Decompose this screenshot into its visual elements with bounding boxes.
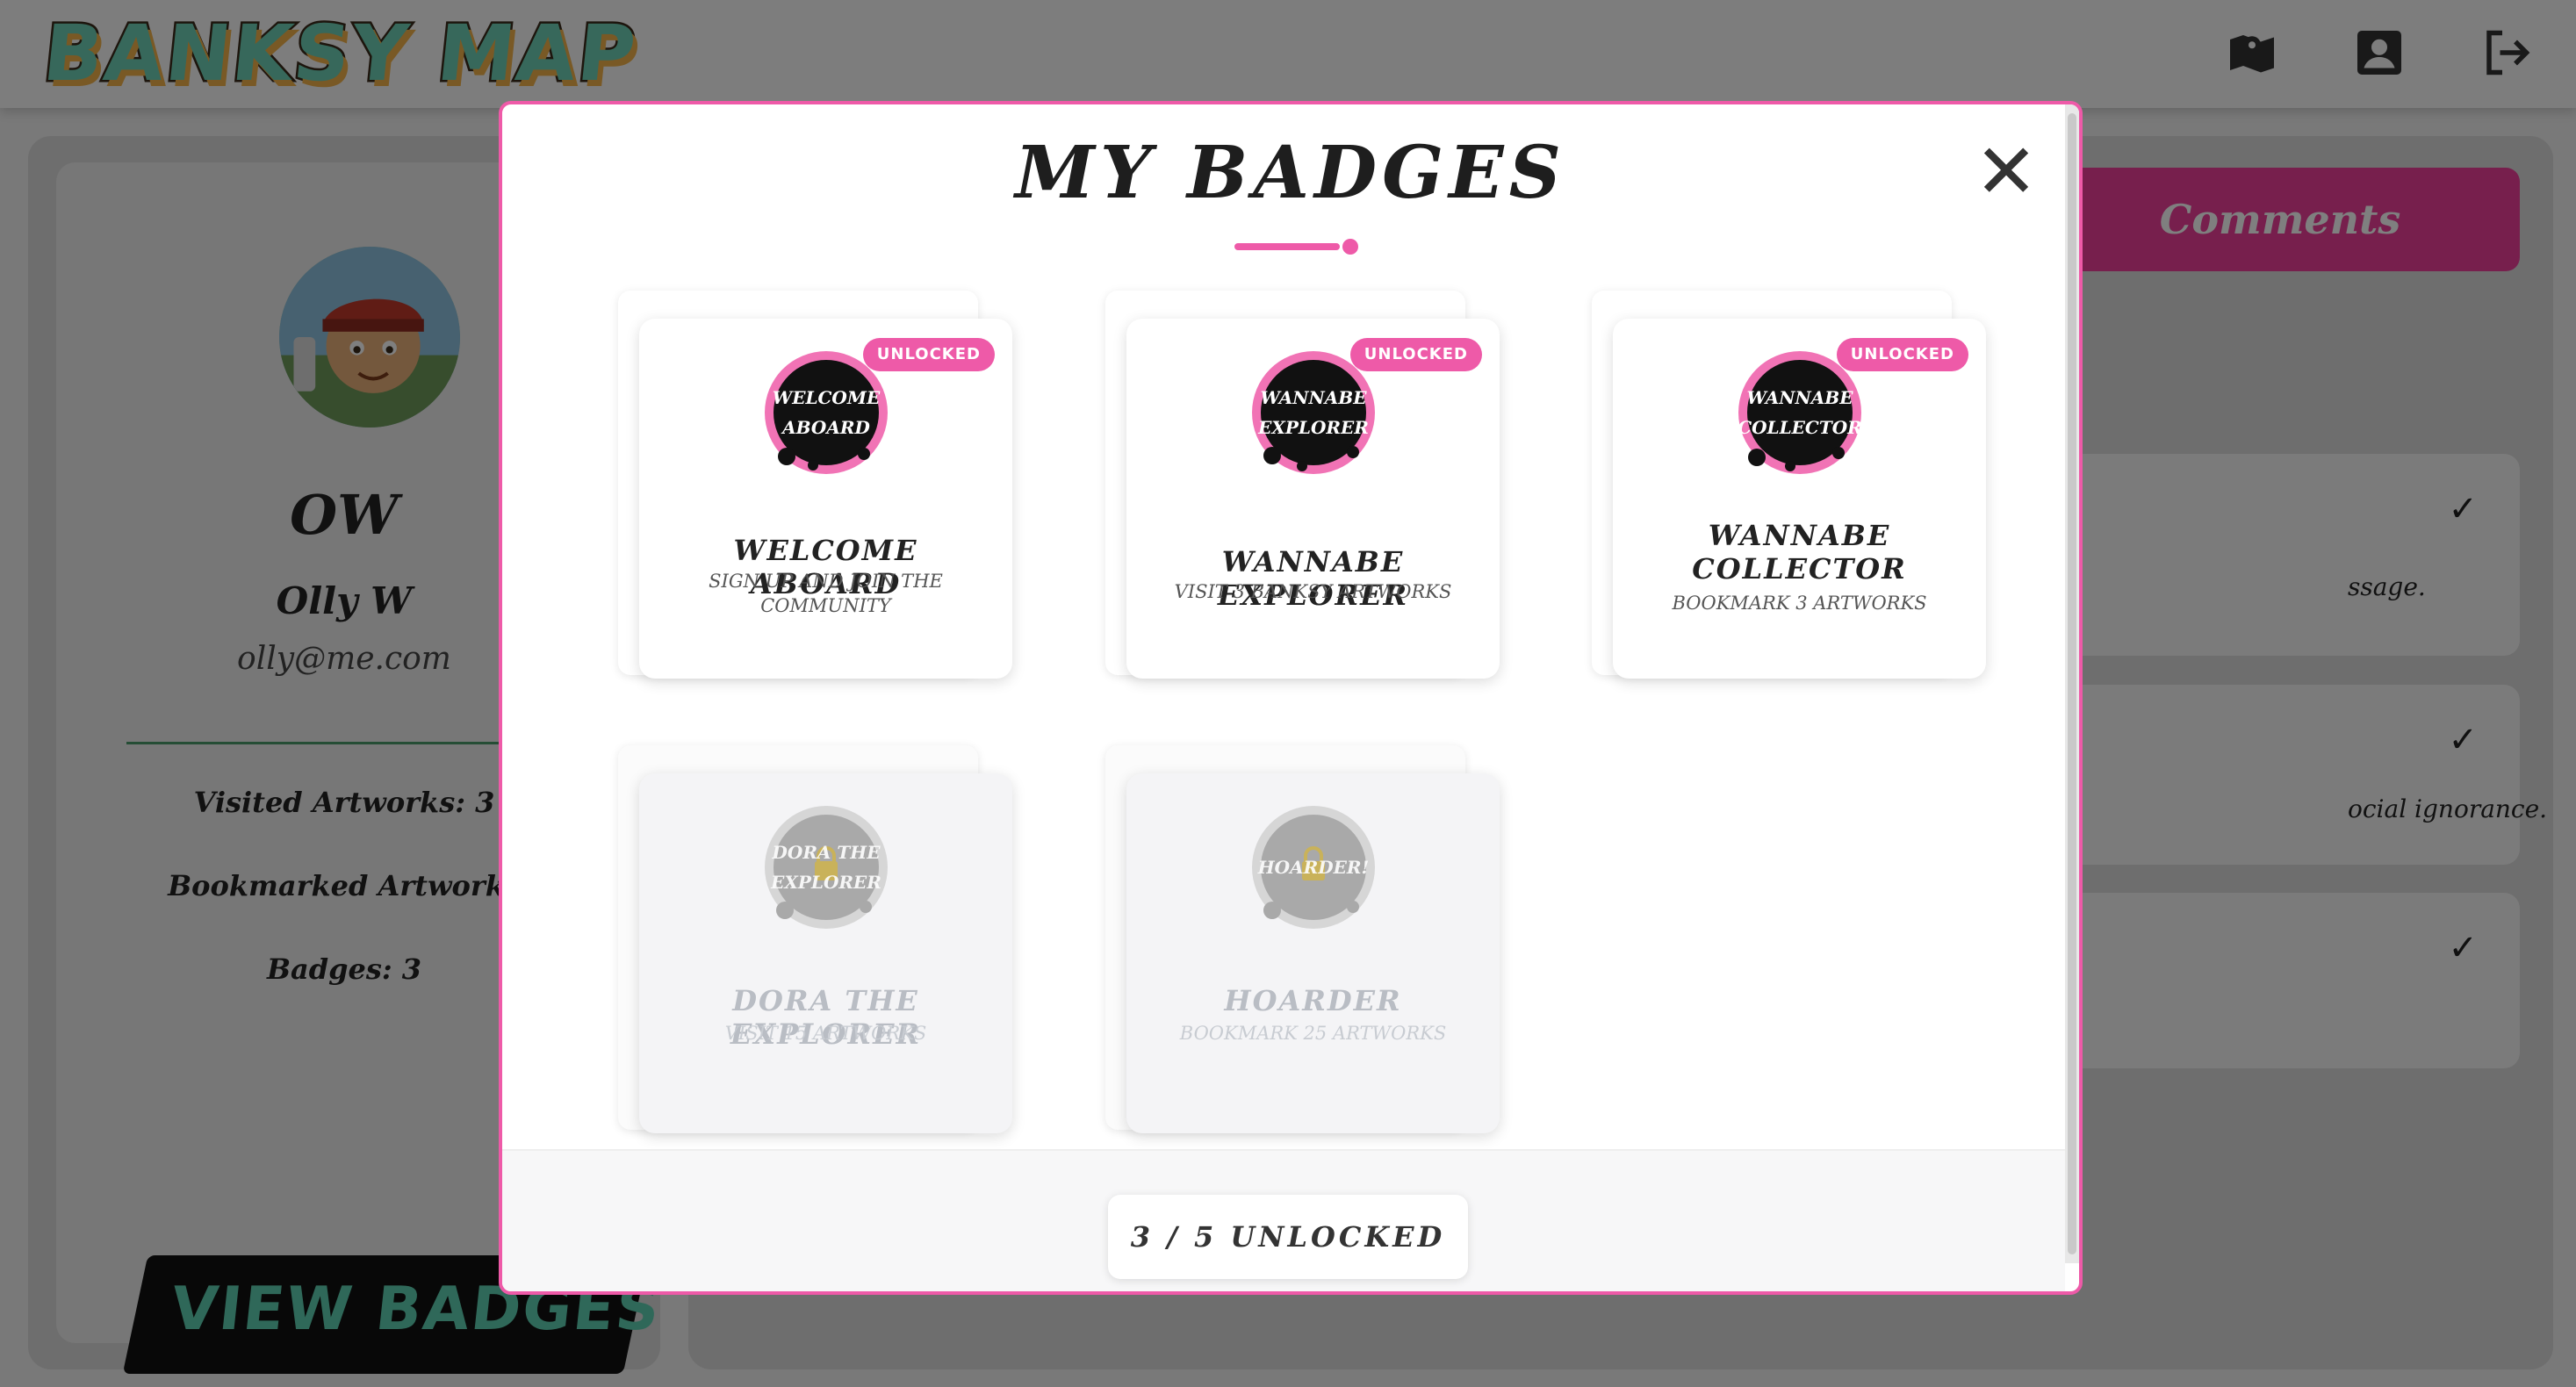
badge-emblem-label: WELCOME ABOARD — [772, 387, 881, 438]
badge-card[interactable]: UNLOCKED WANNABE EXPLORER WANNABE EXPLOR… — [1105, 291, 1500, 679]
badge-card-face: HOARDER! HOARDER BOOKMARK 25 ARTWORKS — [1126, 773, 1500, 1133]
title-underline — [1234, 243, 1340, 250]
badge-emblem-label: WANNABE EXPLORER — [1258, 387, 1369, 438]
badge-card[interactable]: UNLOCKED WELCOME ABOARD WELCOME ABOARD S… — [618, 291, 1012, 679]
close-icon: ✕ — [1974, 128, 2039, 216]
badge-description: VISIT 3 BANKSY ARTWORKS — [1174, 581, 1452, 602]
badge-card-face: UNLOCKED WANNABE COLLECTOR WANNABE COLLE… — [1613, 319, 1986, 679]
badge-emblem: WANNABE EXPLORER — [1248, 347, 1379, 478]
badge-description: VISIT 15 ARTWORKS — [724, 1023, 927, 1044]
modal-title: MY BADGES — [1015, 131, 1566, 215]
badge-card-locked[interactable]: DORA THE EXPLORER DORA THE EXPLORER VISI… — [618, 745, 1012, 1133]
badge-emblem: WELCOME ABOARD — [760, 347, 892, 478]
badge-description: SIGN UP AND JOIN THE COMMUNITY — [709, 571, 943, 616]
close-button[interactable]: ✕ — [1967, 133, 2046, 212]
badge-emblem: WANNABE COLLECTOR — [1734, 347, 1866, 478]
badge-emblem-label: HOARDER! — [1257, 857, 1370, 878]
scrollbar-thumb[interactable] — [2068, 113, 2076, 1254]
badge-emblem: DORA THE EXPLORER — [760, 801, 892, 933]
modal-scrollbar[interactable] — [2065, 104, 2079, 1263]
badge-card-face: UNLOCKED WANNABE EXPLORER WANNABE EXPLOR… — [1126, 319, 1500, 679]
badge-card-face: DORA THE EXPLORER DORA THE EXPLORER VISI… — [639, 773, 1012, 1133]
title-underline-dot — [1342, 239, 1358, 255]
badge-description: BOOKMARK 3 ARTWORKS — [1672, 593, 1927, 614]
badge-description: BOOKMARK 25 ARTWORKS — [1179, 1023, 1447, 1044]
badge-emblem-label: WANNABE COLLECTOR — [1738, 387, 1862, 438]
badge-name: WANNABE COLLECTOR — [1692, 519, 1907, 586]
badge-card-face: UNLOCKED WELCOME ABOARD WELCOME ABOARD S… — [639, 319, 1012, 679]
modal-footer: 3 / 5 UNLOCKED — [502, 1149, 2065, 1291]
badge-card[interactable]: UNLOCKED WANNABE COLLECTOR WANNABE COLLE… — [1592, 291, 1986, 679]
badge-card-locked[interactable]: HOARDER! HOARDER BOOKMARK 25 ARTWORKS — [1105, 745, 1500, 1133]
badge-name: HOARDER — [1224, 984, 1402, 1017]
badge-emblem: HOARDER! — [1248, 801, 1379, 933]
badges-modal: MY BADGES ✕ UNLOCKED WELCOME ABOARD WELC… — [499, 101, 2083, 1295]
unlocked-count: 3 / 5 UNLOCKED — [1108, 1195, 1468, 1279]
badge-emblem-label: DORA THE EXPLORER — [771, 842, 881, 893]
